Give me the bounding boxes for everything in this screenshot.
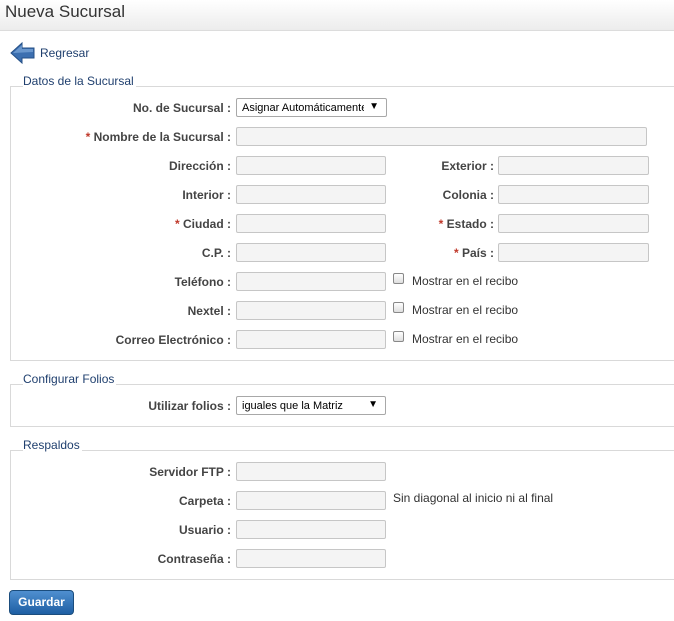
telefono-input[interactable] xyxy=(236,272,386,291)
telefono-label: Teléfono : xyxy=(174,275,231,289)
colonia-label: Colonia : xyxy=(442,188,494,202)
section-respaldos-legend: Respaldos xyxy=(23,438,82,452)
nextel-label: Nextel : xyxy=(187,304,231,318)
section-folios-legend: Configurar Folios xyxy=(23,372,117,386)
nombre-input[interactable] xyxy=(236,127,647,146)
usuario-input[interactable] xyxy=(236,520,386,539)
pais-label: * País : xyxy=(454,246,494,260)
servidor-ftp-label: Servidor FTP : xyxy=(149,465,231,479)
nextel-show-label: Mostrar en el recibo xyxy=(412,303,519,317)
nextel-input[interactable] xyxy=(236,301,386,320)
carpeta-label: Carpeta : xyxy=(178,494,231,508)
interior-input[interactable] xyxy=(236,185,386,204)
nombre-label-text: Nombre de la Sucursal : xyxy=(93,130,231,144)
required-marker: * xyxy=(453,246,459,260)
colonia-input[interactable] xyxy=(498,185,649,204)
save-button[interactable]: Guardar xyxy=(9,590,74,615)
page-title: Nueva Sucursal xyxy=(5,2,126,21)
no-sucursal-select[interactable]: Asignar Automáticamente ▼ xyxy=(236,98,387,117)
chevron-down-icon: ▼ xyxy=(368,399,378,410)
ciudad-label: * Ciudad : xyxy=(175,217,231,231)
chevron-down-icon: ▼ xyxy=(369,101,379,112)
correo-show-label: Mostrar en el recibo xyxy=(412,332,519,346)
pais-label-text: País : xyxy=(461,246,494,260)
carpeta-hint: Sin diagonal al inicio ni al final xyxy=(393,491,554,505)
exterior-input[interactable] xyxy=(498,156,649,175)
exterior-label: Exterior : xyxy=(441,159,494,173)
ciudad-input[interactable] xyxy=(236,214,386,233)
servidor-ftp-input[interactable] xyxy=(236,462,386,481)
back-label[interactable]: Regresar xyxy=(40,46,89,60)
estado-label: * Estado : xyxy=(439,217,494,231)
nextel-show-checkbox[interactable] xyxy=(393,302,404,313)
required-marker: * xyxy=(438,217,444,231)
carpeta-input[interactable] xyxy=(236,491,386,510)
contrasena-label: Contraseña : xyxy=(157,552,231,566)
cp-label: C.P. : xyxy=(201,246,231,260)
no-sucursal-label: No. de Sucursal : xyxy=(132,101,231,115)
correo-input[interactable] xyxy=(236,330,386,349)
page-header: Nueva Sucursal xyxy=(0,0,674,31)
correo-show-checkbox[interactable] xyxy=(393,331,404,342)
cp-input[interactable] xyxy=(236,243,386,262)
correo-label: Correo Electrónico : xyxy=(115,333,231,347)
nombre-label: * Nombre de la Sucursal : xyxy=(86,130,231,144)
ciudad-label-text: Ciudad : xyxy=(183,217,231,231)
utilizar-folios-value: iguales que la Matriz xyxy=(242,400,343,412)
interior-label: Interior : xyxy=(182,188,231,202)
telefono-show-checkbox[interactable] xyxy=(393,273,404,284)
utilizar-folios-label: Utilizar folios : xyxy=(148,399,231,413)
required-marker: * xyxy=(174,217,180,231)
usuario-label: Usuario : xyxy=(178,523,231,537)
section-datos-legend: Datos de la Sucursal xyxy=(23,74,136,88)
telefono-show-label: Mostrar en el recibo xyxy=(412,274,519,288)
utilizar-folios-select[interactable]: iguales que la Matriz ▼ xyxy=(236,396,386,415)
pais-input[interactable] xyxy=(498,243,649,262)
back-arrow-icon xyxy=(10,41,35,65)
estado-label-text: Estado : xyxy=(446,217,494,231)
direccion-label: Dirección : xyxy=(168,159,231,173)
required-marker: * xyxy=(85,130,91,144)
estado-input[interactable] xyxy=(498,214,649,233)
direccion-input[interactable] xyxy=(236,156,386,175)
no-sucursal-value: Asignar Automáticamente xyxy=(242,102,364,114)
contrasena-input[interactable] xyxy=(236,549,386,568)
